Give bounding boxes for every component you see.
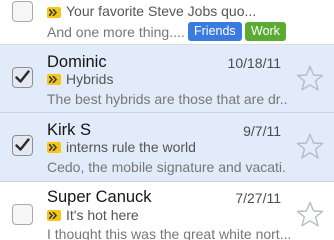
message-subject: Your favorite Steve Jobs quo... bbox=[66, 3, 257, 19]
message-snippet: Cedo, the mobile signature and vacati... bbox=[47, 159, 287, 175]
checkbox-icon[interactable] bbox=[12, 204, 33, 225]
message-list: Your favorite Steve Jobs quo... And one … bbox=[0, 0, 334, 240]
message-subject: Hybrids bbox=[66, 71, 114, 87]
message-sender: Dominic bbox=[47, 53, 107, 71]
message-row[interactable]: Kirk S 9/7/11 interns rule the world Ced… bbox=[0, 113, 334, 181]
message-subject: It's hot here bbox=[66, 207, 139, 223]
checkbox-icon[interactable] bbox=[12, 135, 33, 156]
message-date: 7/27/11 bbox=[235, 190, 281, 206]
message-snippet: And one more thing.... bbox=[47, 24, 185, 40]
message-snippet: I thought this was the great white nort.… bbox=[47, 226, 292, 240]
message-sender: Super Canuck bbox=[47, 188, 152, 206]
star-outline-icon[interactable] bbox=[296, 65, 324, 92]
label-work[interactable]: Work bbox=[245, 22, 286, 41]
star-outline-icon[interactable] bbox=[296, 133, 324, 160]
message-sender: Kirk S bbox=[47, 121, 92, 139]
message-date: 9/7/11 bbox=[243, 123, 281, 139]
message-row[interactable]: Dominic 10/18/11 Hybrids The best hybrid… bbox=[0, 45, 334, 112]
message-row[interactable]: Your favorite Steve Jobs quo... And one … bbox=[0, 0, 334, 44]
checkbox-icon[interactable] bbox=[12, 1, 33, 22]
important-marker-icon bbox=[47, 7, 61, 18]
message-date: 10/18/11 bbox=[227, 55, 281, 71]
important-marker-icon bbox=[47, 210, 61, 221]
important-marker-icon bbox=[47, 74, 61, 85]
checkbox-icon[interactable] bbox=[12, 67, 33, 88]
star-outline-icon[interactable] bbox=[296, 201, 324, 228]
message-snippet: The best hybrids are those that are dr..… bbox=[47, 91, 287, 107]
label-friends[interactable]: Friends bbox=[188, 22, 242, 41]
message-row[interactable]: Super Canuck 7/27/11 It's hot here I tho… bbox=[0, 182, 334, 240]
message-subject: interns rule the world bbox=[66, 139, 196, 155]
important-marker-icon bbox=[47, 142, 61, 153]
